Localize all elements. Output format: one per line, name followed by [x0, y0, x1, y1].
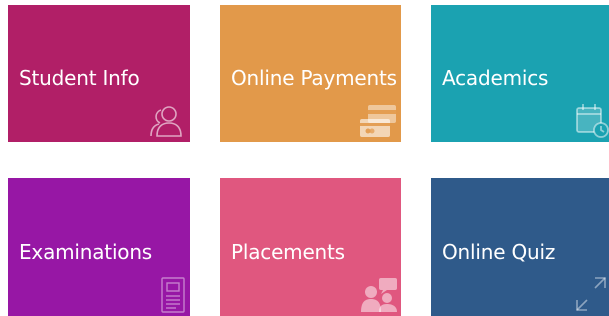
tile-label: Placements [231, 240, 345, 264]
meeting-icon [359, 276, 399, 314]
tile-online-payments[interactable]: Online Payments [220, 5, 401, 142]
expand-arrows-icon [573, 274, 609, 314]
tile-academics[interactable]: Academics [431, 5, 609, 142]
tile-label: Student Info [19, 66, 140, 90]
tile-label: Online Quiz [442, 240, 556, 264]
tile-student-info[interactable]: Student Info [8, 5, 190, 142]
tile-online-quiz[interactable]: Online Quiz [431, 178, 609, 316]
dashboard-tiles: Student Info Online Payments Academics E… [0, 0, 609, 316]
document-icon [160, 276, 186, 314]
tile-examinations[interactable]: Examinations [8, 178, 190, 316]
payment-cards-icon [358, 103, 398, 139]
calendar-clock-icon [575, 102, 609, 138]
users-icon [149, 104, 185, 138]
tile-placements[interactable]: Placements [220, 178, 401, 316]
tile-label: Academics [442, 66, 549, 90]
tile-label: Online Payments [231, 66, 397, 90]
tile-label: Examinations [19, 240, 153, 264]
